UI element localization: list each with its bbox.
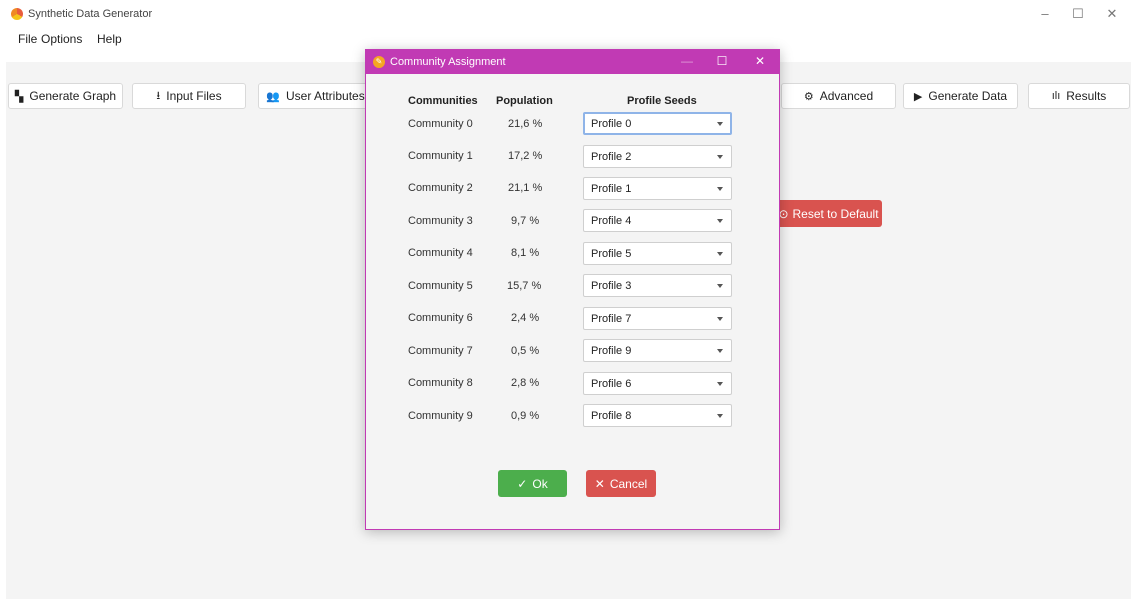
population-value: 15,7 % bbox=[507, 280, 542, 292]
users-icon: 👥 bbox=[266, 90, 280, 103]
community-label: Community 4 bbox=[408, 247, 473, 259]
tab-label: Generate Data bbox=[928, 89, 1008, 103]
chevron-down-icon bbox=[717, 155, 723, 159]
selected-profile: Profile 7 bbox=[591, 313, 632, 325]
app-title: Synthetic Data Generator bbox=[28, 8, 153, 20]
profile-seed-select[interactable]: Profile 7 bbox=[583, 307, 732, 330]
header-profile-seeds: Profile Seeds bbox=[627, 95, 697, 107]
pencil-icon: ✎ bbox=[373, 56, 385, 68]
selected-profile: Profile 1 bbox=[591, 183, 632, 195]
chevron-down-icon bbox=[717, 284, 723, 288]
population-value: 21,1 % bbox=[508, 182, 543, 194]
chevron-down-icon bbox=[717, 414, 723, 418]
tab-advanced[interactable]: ⚙ Advanced bbox=[781, 83, 896, 109]
header-population: Population bbox=[496, 95, 553, 107]
chevron-down-icon bbox=[717, 122, 723, 126]
chevron-down-icon bbox=[717, 317, 723, 321]
selected-profile: Profile 2 bbox=[591, 151, 632, 163]
selected-profile: Profile 9 bbox=[591, 345, 632, 357]
reset-label: Reset to Default bbox=[792, 206, 879, 221]
chevron-down-icon bbox=[717, 349, 723, 353]
download-icon: ⭳ bbox=[156, 89, 161, 102]
dialog-maximize-button[interactable]: ☐ bbox=[713, 54, 731, 68]
tab-user-attributes[interactable]: 👥 User Attributes bbox=[258, 83, 373, 109]
minimize-button[interactable]: – bbox=[1035, 6, 1055, 21]
bar-chart-icon: ılı bbox=[1051, 90, 1061, 102]
graph-grid-icon: ▚ bbox=[14, 90, 24, 103]
cancel-button[interactable]: ✕ Cancel bbox=[586, 470, 656, 497]
population-value: 0,5 % bbox=[511, 345, 540, 357]
gear-icon: ⚙ bbox=[803, 90, 814, 103]
community-label: Community 1 bbox=[408, 150, 473, 162]
profile-seed-select[interactable]: Profile 0 bbox=[583, 112, 732, 135]
community-label: Community 2 bbox=[408, 182, 473, 194]
population-value: 0,9 % bbox=[511, 410, 540, 422]
community-label: Community 7 bbox=[408, 345, 473, 357]
check-icon: ✓ bbox=[517, 476, 528, 491]
window-titlebar: Synthetic Data Generator – ☐ ✕ bbox=[0, 0, 1131, 28]
community-label: Community 9 bbox=[408, 410, 473, 422]
profile-seed-select[interactable]: Profile 5 bbox=[583, 242, 732, 265]
community-label: Community 3 bbox=[408, 215, 473, 227]
profile-seed-select[interactable]: Profile 4 bbox=[583, 209, 732, 232]
maximize-button[interactable]: ☐ bbox=[1068, 6, 1088, 22]
profile-seed-select[interactable]: Profile 8 bbox=[583, 404, 732, 427]
selected-profile: Profile 8 bbox=[591, 410, 632, 422]
tab-generate-graph[interactable]: ▚ Generate Graph bbox=[8, 83, 123, 109]
cancel-label: Cancel bbox=[609, 476, 648, 491]
profile-seed-select[interactable]: Profile 1 bbox=[583, 177, 732, 200]
profile-seed-select[interactable]: Profile 2 bbox=[583, 145, 732, 168]
menu-options[interactable]: Options bbox=[41, 32, 82, 46]
reset-to-default-button[interactable]: ⊙ Reset to Default bbox=[775, 200, 882, 227]
menu-bar: File Options Help bbox=[0, 30, 400, 50]
community-label: Community 0 bbox=[408, 118, 473, 130]
population-value: 2,4 % bbox=[511, 312, 540, 324]
chevron-down-icon bbox=[717, 187, 723, 191]
header-communities: Communities bbox=[408, 95, 478, 107]
selected-profile: Profile 3 bbox=[591, 280, 632, 292]
tab-label: Advanced bbox=[819, 89, 874, 103]
tab-input-files[interactable]: ⭳ Input Files bbox=[132, 83, 246, 109]
community-label: Community 8 bbox=[408, 377, 473, 389]
tab-label: Input Files bbox=[166, 89, 222, 103]
dialog-minimize-button[interactable]: — bbox=[678, 54, 696, 68]
play-icon: ▶ bbox=[913, 90, 923, 103]
chevron-down-icon bbox=[717, 219, 723, 223]
ok-button[interactable]: ✓ Ok bbox=[498, 470, 567, 497]
dialog-close-button[interactable]: ✕ bbox=[751, 54, 769, 68]
dialog-titlebar: ✎ Community Assignment — ☐ ✕ bbox=[366, 50, 779, 74]
community-assignment-dialog: ✎ Community Assignment — ☐ ✕ Communities… bbox=[365, 49, 780, 530]
population-value: 2,8 % bbox=[511, 377, 540, 389]
tab-generate-data[interactable]: ▶ Generate Data bbox=[903, 83, 1018, 109]
tab-label: Generate Graph bbox=[29, 89, 117, 103]
chevron-down-icon bbox=[717, 252, 723, 256]
profile-seed-select[interactable]: Profile 3 bbox=[583, 274, 732, 297]
tab-label: Results bbox=[1066, 89, 1107, 103]
population-value: 17,2 % bbox=[508, 150, 543, 162]
dialog-title: Community Assignment bbox=[390, 56, 506, 68]
profile-seed-select[interactable]: Profile 9 bbox=[583, 339, 732, 362]
menu-help[interactable]: Help bbox=[97, 32, 122, 46]
chevron-down-icon bbox=[717, 382, 723, 386]
selected-profile: Profile 6 bbox=[591, 378, 632, 390]
population-value: 8,1 % bbox=[511, 247, 540, 259]
app-logo-icon bbox=[11, 8, 23, 20]
selected-profile: Profile 0 bbox=[591, 118, 632, 130]
close-icon: ✕ bbox=[594, 476, 605, 491]
tab-label: User Attributes bbox=[286, 89, 365, 103]
community-label: Community 6 bbox=[408, 312, 473, 324]
profile-seed-select[interactable]: Profile 6 bbox=[583, 372, 732, 395]
close-button[interactable]: ✕ bbox=[1102, 6, 1122, 22]
tab-results[interactable]: ılı Results bbox=[1028, 83, 1130, 109]
menu-file[interactable]: File bbox=[18, 32, 37, 46]
ok-label: Ok bbox=[532, 476, 548, 491]
community-label: Community 5 bbox=[408, 280, 473, 292]
population-value: 9,7 % bbox=[511, 215, 540, 227]
population-value: 21,6 % bbox=[508, 118, 543, 130]
selected-profile: Profile 5 bbox=[591, 248, 632, 260]
selected-profile: Profile 4 bbox=[591, 215, 632, 227]
